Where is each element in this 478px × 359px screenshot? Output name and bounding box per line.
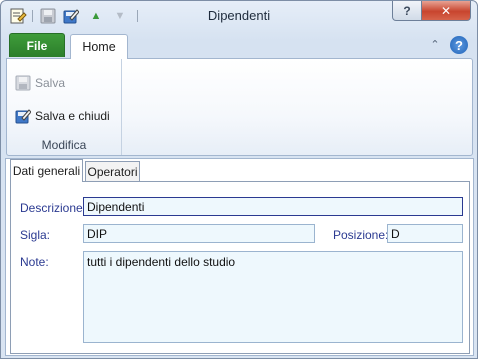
- ribbon-group-modifica: Salva Salva e chiudi Modifica: [7, 59, 122, 155]
- tab-dati-generali[interactable]: Dati generali: [10, 159, 83, 182]
- salva-button[interactable]: Salva: [15, 73, 65, 93]
- help-button[interactable]: ?: [392, 1, 422, 21]
- note-label: Note:: [20, 255, 49, 269]
- tab-file[interactable]: File: [9, 33, 65, 57]
- save-close-icon: [15, 109, 31, 124]
- dipendenti-window: ▲ ▼ Dipendenti ? ✕ File Home ⌃ ? Salva S…: [0, 0, 478, 359]
- help-circle-icon[interactable]: ?: [450, 36, 468, 54]
- dati-generali-page: Descrizione: Dipendenti Sigla: DIP Posiz…: [10, 181, 470, 354]
- salva-label: Salva: [35, 76, 66, 90]
- ribbon-panel: Salva Salva e chiudi Modifica: [6, 58, 473, 156]
- title-bar: ▲ ▼ Dipendenti ? ✕: [1, 1, 477, 31]
- descrizione-field[interactable]: Dipendenti: [83, 197, 463, 216]
- close-button[interactable]: ✕: [421, 1, 471, 21]
- salva-e-chiudi-label: Salva e chiudi: [35, 109, 110, 123]
- sigla-field[interactable]: DIP: [83, 224, 315, 243]
- tab-operatori[interactable]: Operatori: [85, 161, 140, 182]
- descrizione-label: Descrizione:: [20, 201, 87, 215]
- salva-e-chiudi-button[interactable]: Salva e chiudi: [15, 106, 110, 126]
- posizione-label: Posizione:: [333, 228, 389, 242]
- tab-home[interactable]: Home: [70, 34, 128, 59]
- note-field[interactable]: tutti i dipendenti dello studio: [83, 251, 463, 343]
- group-label-modifica: Modifica: [41, 138, 87, 152]
- question-icon: ?: [403, 3, 411, 18]
- sigla-label: Sigla:: [20, 228, 51, 242]
- form-content: Dati generali Operatori Descrizione: Dip…: [5, 158, 474, 356]
- minimize-ribbon-icon[interactable]: ⌃: [427, 36, 443, 52]
- close-icon: ✕: [440, 3, 452, 18]
- posizione-field[interactable]: D: [387, 224, 463, 243]
- save-icon: [15, 75, 31, 91]
